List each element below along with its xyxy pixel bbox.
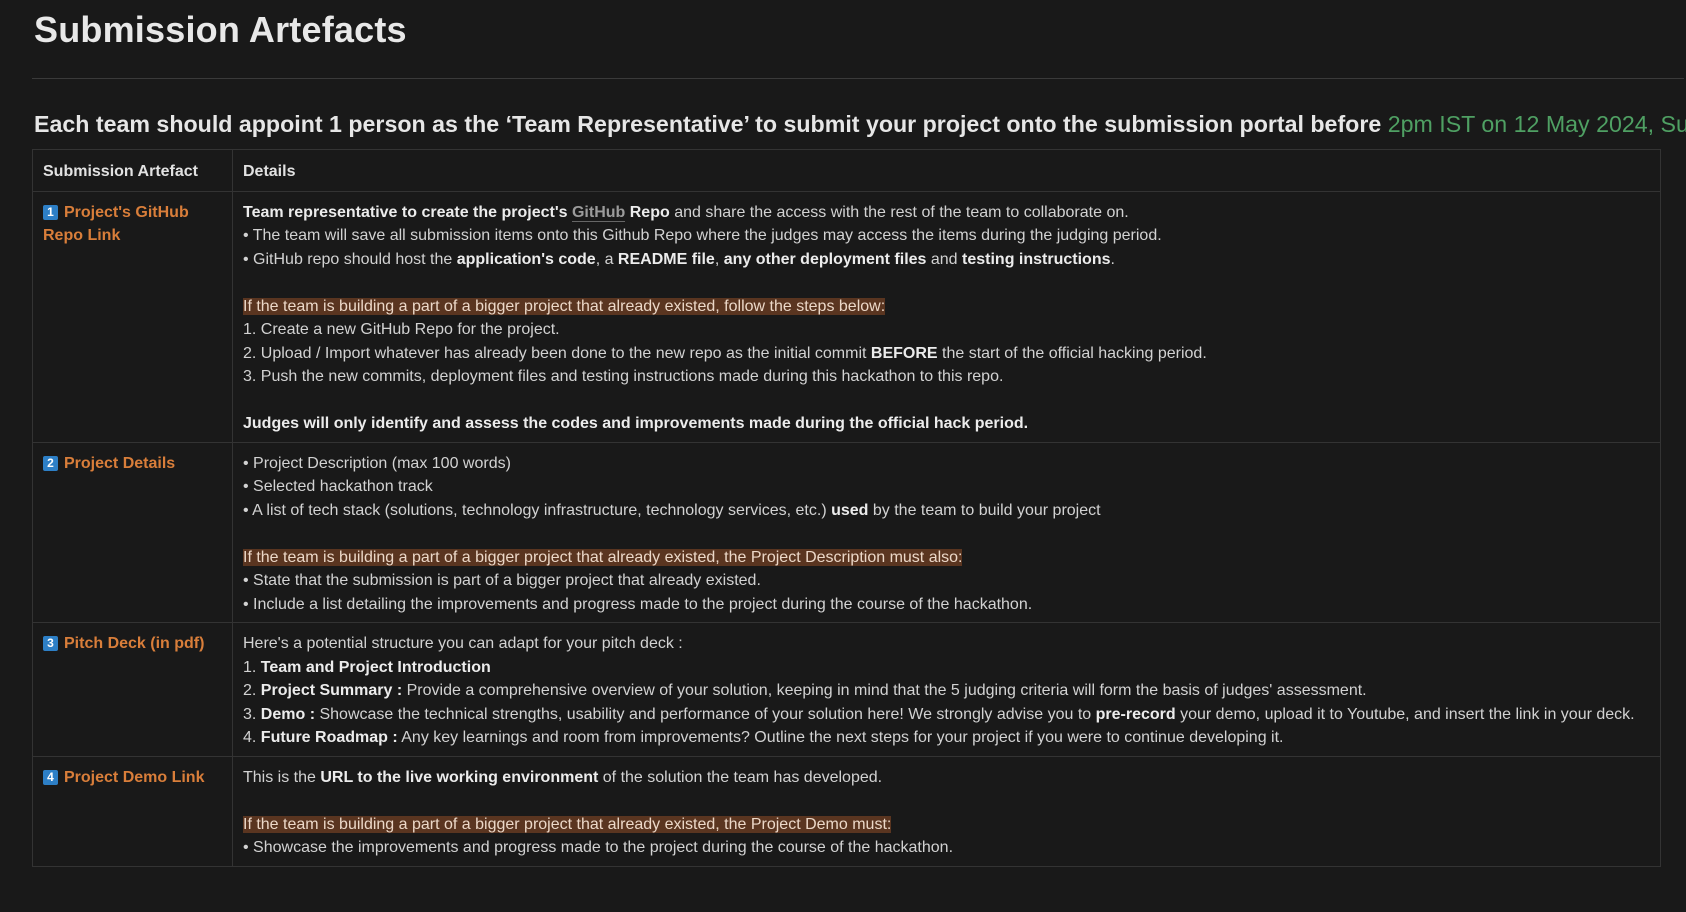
artefacts-table: Submission Artefact Details 1 Project's G… — [32, 149, 1661, 867]
number-1-icon: 1 — [43, 204, 58, 220]
detail-line: 1. Team and Project Introduction — [243, 656, 1650, 680]
text: • GitHub repo should host the — [243, 250, 457, 268]
details-cell: Team representative to create the projec… — [232, 190, 1661, 443]
bold-text: any other deployment files — [723, 250, 927, 268]
text: 2. — [243, 682, 261, 699]
header-artefact: Submission Artefact — [32, 149, 233, 192]
text: of the solution the team has developed. — [598, 768, 883, 786]
artefact-cell: 2 Project Details — [32, 441, 233, 623]
details-cell: Here's a potential structure you can ada… — [232, 622, 1661, 757]
artefact-github-repo[interactable]: Project's GitHub Repo Link — [43, 204, 189, 245]
header-details: Details — [232, 149, 1661, 192]
table-row: 1 Project's GitHub Repo Link Team represe… — [32, 190, 1661, 443]
artefact-cell: 4 Project Demo Link — [32, 755, 233, 867]
artefact-project-details[interactable]: Project Details — [64, 455, 175, 472]
text: This is the — [243, 768, 321, 786]
detail-line: Team representative to create the projec… — [243, 201, 1650, 225]
detail-line: 2. Project Summary : Provide a comprehen… — [243, 679, 1650, 703]
highlight-note: If the team is building a part of a bigg… — [243, 548, 963, 566]
bold-text: Team and Project Introduction — [260, 658, 491, 676]
detail-line: 1. Create a new GitHub Repo for the proj… — [243, 321, 560, 338]
table-header-row: Submission Artefact Details — [32, 149, 1661, 192]
divider — [32, 78, 1684, 79]
bold-text: Project Summary : — [260, 682, 403, 699]
text: Provide a comprehensive overview of your… — [402, 682, 1367, 699]
bold-text: Repo — [625, 203, 670, 221]
detail-line: Judges will only identify and assess the… — [243, 412, 1650, 436]
detail-line: • The team will save all submission item… — [243, 227, 1162, 244]
submission-intro: Each team should appoint 1 person as the… — [34, 111, 1686, 138]
artefact-cell: 1 Project's GitHub Repo Link — [32, 190, 233, 443]
text: 1. — [243, 658, 261, 676]
highlight-note: If the team is building a part of a bigg… — [243, 297, 886, 315]
detail-line: If the team is building a part of a bigg… — [243, 813, 1650, 837]
text: Showcase the technical strengths, usabil… — [315, 705, 1096, 723]
number-2-icon: 2 — [43, 455, 58, 471]
number-3-icon: 3 — [43, 636, 58, 651]
detail-line: This is the URL to the live working envi… — [243, 766, 1650, 790]
bold-text: Judges will only identify and assess the… — [243, 415, 1029, 432]
table-row: 4 Project Demo Link This is the URL to th… — [32, 755, 1661, 867]
text: the start of the official hacking period… — [937, 344, 1207, 362]
highlight-note: If the team is building a part of a bigg… — [243, 815, 892, 833]
bold-text: Demo : — [260, 705, 316, 723]
table-row: 3 Pitch Deck (in pdf) Here's a potential … — [32, 622, 1661, 757]
deadline-text: 2pm IST on 12 May 2024, Sunday — [1387, 111, 1686, 137]
bold-text: Team representative to create the projec… — [243, 203, 572, 221]
bold-text: pre-record — [1095, 705, 1176, 723]
detail-line: 3. Demo : Showcase the technical strengt… — [243, 703, 1650, 727]
text: 3. — [243, 705, 261, 723]
text: 4. — [243, 729, 261, 746]
detail-line: • A list of tech stack (solutions, techn… — [243, 499, 1650, 523]
artefact-pitch-deck[interactable]: Pitch Deck (in pdf) — [64, 635, 204, 652]
text: your demo, upload it to Youtube, and ins… — [1175, 705, 1635, 723]
details-cell: • Project Description (max 100 words) • … — [232, 441, 1661, 623]
page-title: Submission Artefacts — [34, 9, 407, 50]
detail-line: 3. Push the new commits, deployment file… — [243, 368, 1004, 385]
number-4-icon: 4 — [43, 769, 58, 785]
bold-text: testing instructions — [962, 250, 1111, 268]
table-row: 2 Project Details • Project Description (… — [32, 441, 1661, 623]
detail-line: • Selected hackathon track — [243, 478, 433, 495]
detail-line: If the team is building a part of a bigg… — [243, 295, 1650, 319]
detail-line: • Showcase the improvements and progress… — [243, 839, 954, 856]
artefact-demo-link[interactable]: Project Demo Link — [64, 769, 204, 786]
text: , — [714, 250, 724, 268]
text: by the team to build your project — [868, 501, 1101, 519]
details-cell: This is the URL to the live working envi… — [232, 755, 1661, 867]
bold-text: application's code — [456, 250, 596, 268]
intro-text: Each team should appoint 1 person as the… — [34, 111, 1388, 137]
text: • A list of tech stack (solutions, techn… — [243, 501, 832, 519]
detail-line: Here's a potential structure you can ada… — [243, 635, 683, 652]
detail-line: • GitHub repo should host the applicatio… — [243, 248, 1650, 272]
text: , a — [595, 250, 618, 268]
bold-text: used — [831, 501, 869, 519]
artefact-cell: 3 Pitch Deck (in pdf) — [32, 622, 233, 757]
github-link[interactable]: GitHub — [571, 203, 626, 222]
bold-text: Future Roadmap : — [260, 729, 398, 746]
detail-line: • Include a list detailing the improveme… — [243, 595, 1033, 613]
detail-line: • Project Description (max 100 words) — [243, 454, 511, 472]
detail-line: If the team is building a part of a bigg… — [243, 546, 1650, 570]
detail-line: 4. Future Roadmap : Any key learnings an… — [243, 726, 1650, 750]
detail-line: 2. Upload / Import whatever has already … — [243, 342, 1650, 366]
bold-text: URL to the live working environment — [320, 768, 599, 786]
detail-line: • State that the submission is part of a… — [243, 572, 761, 589]
text: and — [926, 250, 963, 268]
text: and share the access with the rest of th… — [669, 203, 1129, 221]
text: . — [1110, 250, 1115, 268]
text: 2. Upload / Import whatever has already … — [243, 344, 871, 362]
text: Any key learnings and room from improvem… — [397, 729, 1284, 746]
bold-text: README file — [617, 250, 715, 268]
bold-text: BEFORE — [870, 344, 938, 362]
page: Submission Artefacts Each team should ap… — [0, 0, 1686, 867]
